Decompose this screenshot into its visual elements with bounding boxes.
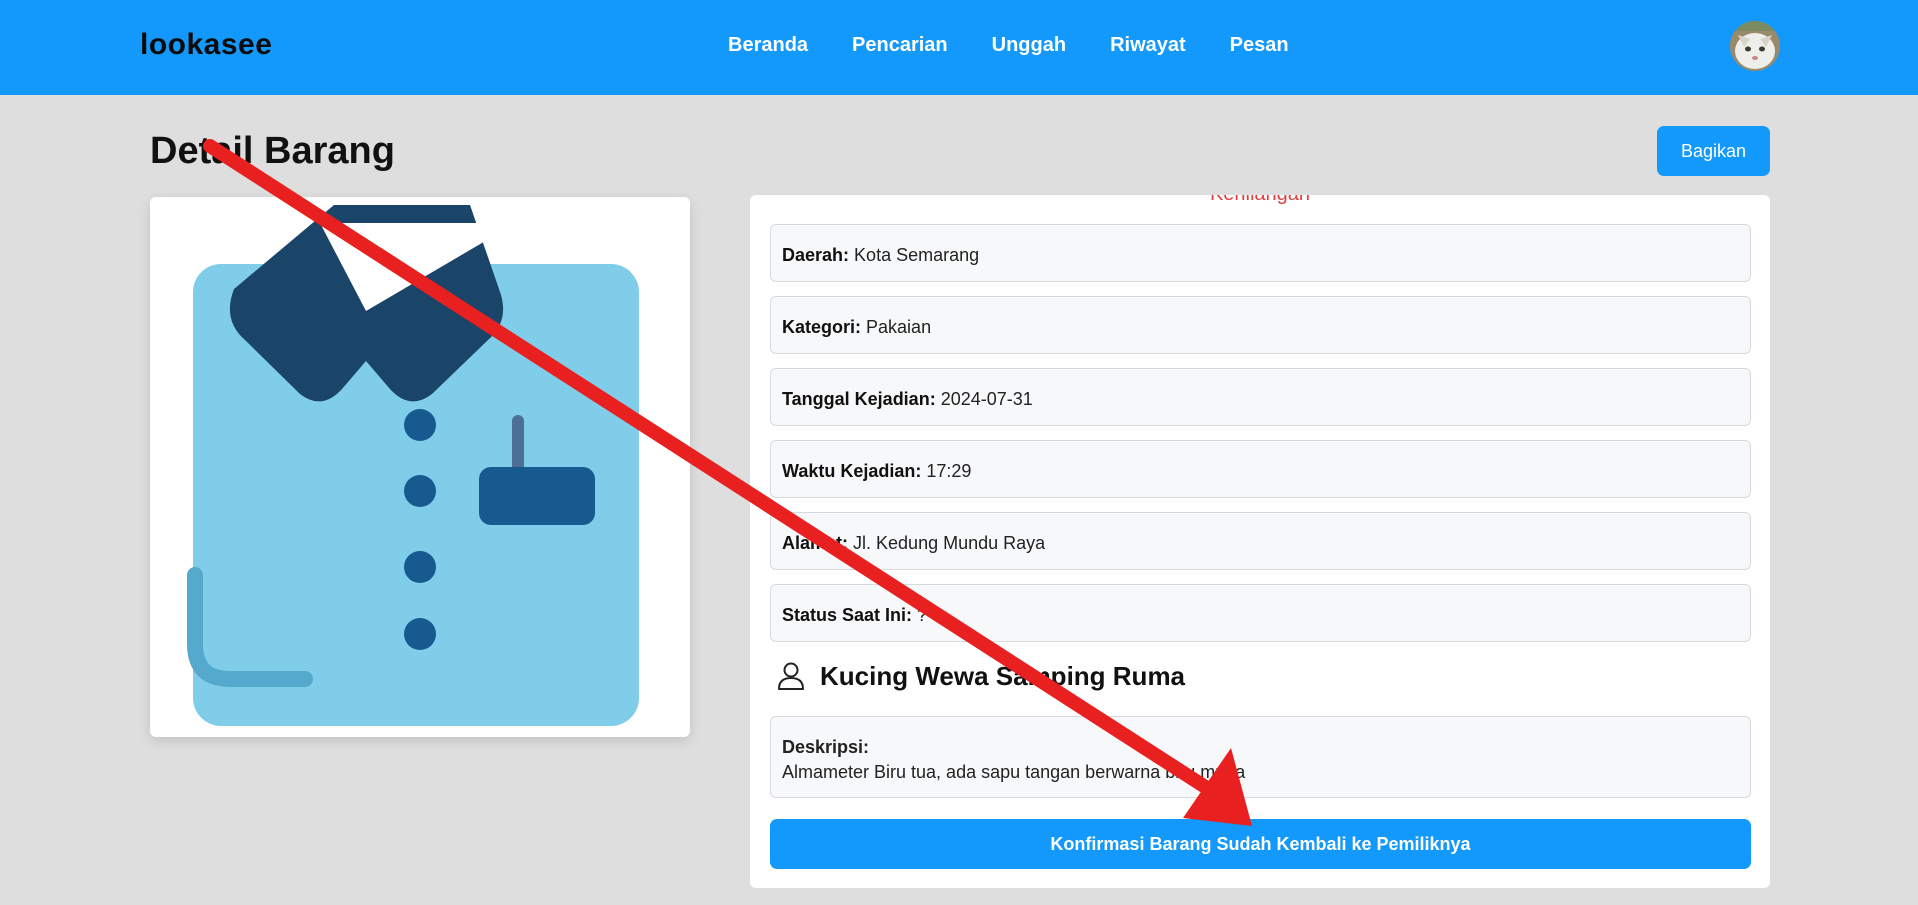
- field-key: Tanggal Kejadian:: [782, 389, 936, 409]
- nav-links: Beranda Pencarian Unggah Riwayat Pesan: [728, 34, 1333, 57]
- owner-row: Kucing Wewa Samping Ruma: [776, 658, 1185, 694]
- user-icon: [778, 662, 804, 690]
- field-key: Kategori:: [782, 317, 862, 337]
- field-region: Daerah: Kota Semarang: [770, 224, 1751, 282]
- item-status-text: Kehilangan: [750, 195, 1770, 206]
- description-label: Deskripsi:: [782, 737, 870, 757]
- field-key: Status Saat Ini:: [782, 605, 913, 625]
- field-key: Waktu Kejadian:: [782, 461, 922, 481]
- owner-name: Kucing Wewa Samping Ruma: [820, 660, 1186, 691]
- item-detail-card: Kehilangan Daerah: Kota Semarang Kategor…: [750, 195, 1770, 888]
- nav-item-pesan[interactable]: Pesan: [1230, 34, 1289, 57]
- field-value: 2024-07-31: [940, 389, 1033, 409]
- nav-item-unggah[interactable]: Unggah: [992, 34, 1066, 57]
- field-address: Alamat: Jl. Kedung Mundu Raya: [770, 512, 1751, 570]
- user-avatar[interactable]: [1730, 21, 1780, 71]
- field-incident-time: Waktu Kejadian: 17:29: [770, 440, 1751, 498]
- field-key: Alamat:: [782, 533, 849, 553]
- description-text: Almameter Biru tua, ada sapu tangan berw…: [782, 762, 1246, 782]
- field-value: 17:29: [926, 461, 972, 481]
- confirm-returned-button[interactable]: Konfirmasi Barang Sudah Kembali ke Pemil…: [770, 819, 1751, 869]
- share-button[interactable]: Bagikan: [1657, 126, 1770, 176]
- brand-logo[interactable]: lookasee: [140, 28, 272, 62]
- nav-item-beranda[interactable]: Beranda: [728, 34, 808, 57]
- top-navbar: lookasee Beranda Pencarian Unggah Riwaya…: [0, 0, 1918, 95]
- field-value: Kota Semarang: [854, 245, 980, 265]
- field-value: Jl. Kedung Mundu Raya: [853, 533, 1046, 553]
- nav-item-riwayat[interactable]: Riwayat: [1110, 34, 1186, 57]
- page-title: Detail Barang: [150, 130, 395, 172]
- field-key: Daerah:: [782, 245, 850, 265]
- nav-item-pencarian[interactable]: Pencarian: [852, 34, 948, 57]
- field-category: Kategori: Pakaian: [770, 296, 1751, 354]
- description-box: Deskripsi: Almameter Biru tua, ada sapu …: [770, 716, 1751, 798]
- item-image-card: [150, 197, 690, 737]
- shirt-icon: [187, 205, 639, 726]
- field-value: ?: [917, 605, 928, 625]
- field-current-status: Status Saat Ini: ?: [770, 584, 1751, 642]
- field-value: Pakaian: [866, 317, 932, 337]
- field-incident-date: Tanggal Kejadian: 2024-07-31: [770, 368, 1751, 426]
